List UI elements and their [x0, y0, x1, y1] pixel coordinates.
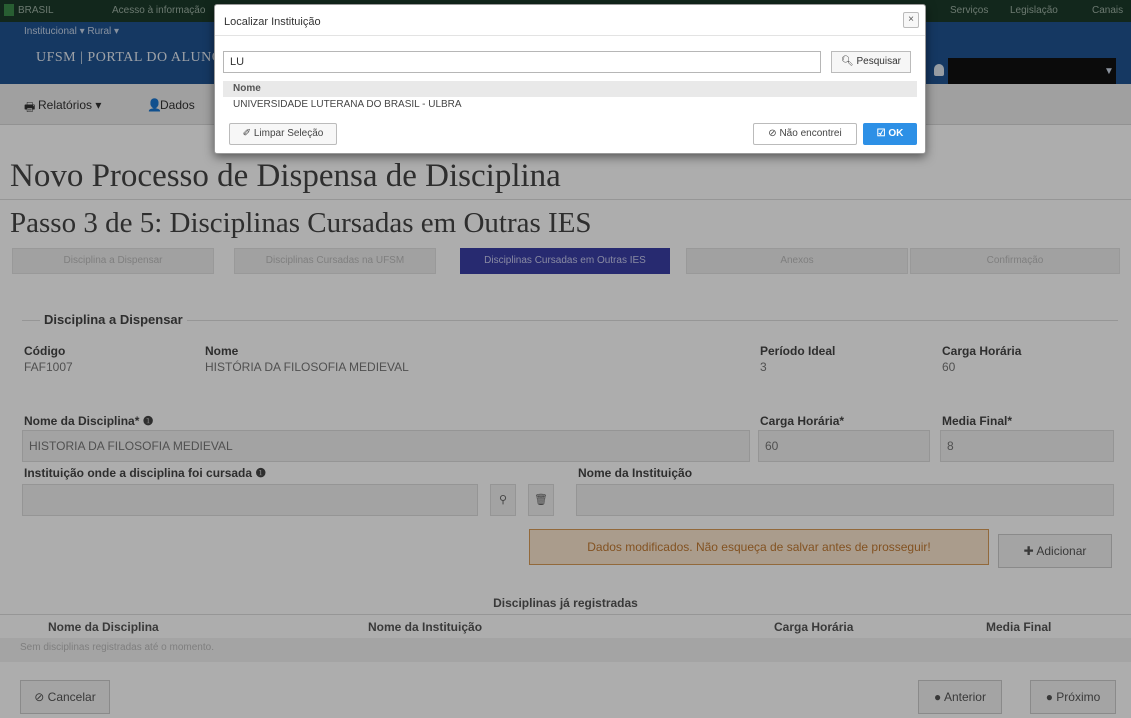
not-found-label: Não encontrei [779, 128, 842, 139]
locate-institution-dialog: Localizar Instituição × 🔍︎ Pesquisar Nom… [214, 4, 926, 154]
search-button-label: Pesquisar [856, 56, 901, 67]
dialog-divider [215, 35, 925, 36]
ban-icon: ⊘ [768, 128, 780, 139]
clear-selection-label: Limpar Seleção [253, 128, 324, 139]
search-button[interactable]: 🔍︎ Pesquisar [831, 51, 911, 73]
results-header: Nome [223, 81, 917, 97]
ok-label: OK [888, 128, 904, 139]
ok-button[interactable]: ☑ OK [863, 123, 917, 145]
search-icon: 🔍︎ [841, 56, 857, 67]
institution-search-input[interactable] [223, 51, 821, 73]
eraser-icon: ✐ [242, 128, 254, 139]
close-icon[interactable]: × [903, 12, 919, 28]
result-row[interactable]: UNIVERSIDADE LUTERANA DO BRASIL - ULBRA [223, 97, 917, 113]
dialog-title: Localizar Instituição [224, 16, 321, 28]
not-found-button[interactable]: ⊘ Não encontrei [753, 123, 857, 145]
check-icon: ☑ [876, 128, 889, 139]
clear-selection-button[interactable]: ✐ Limpar Seleção [229, 123, 337, 145]
